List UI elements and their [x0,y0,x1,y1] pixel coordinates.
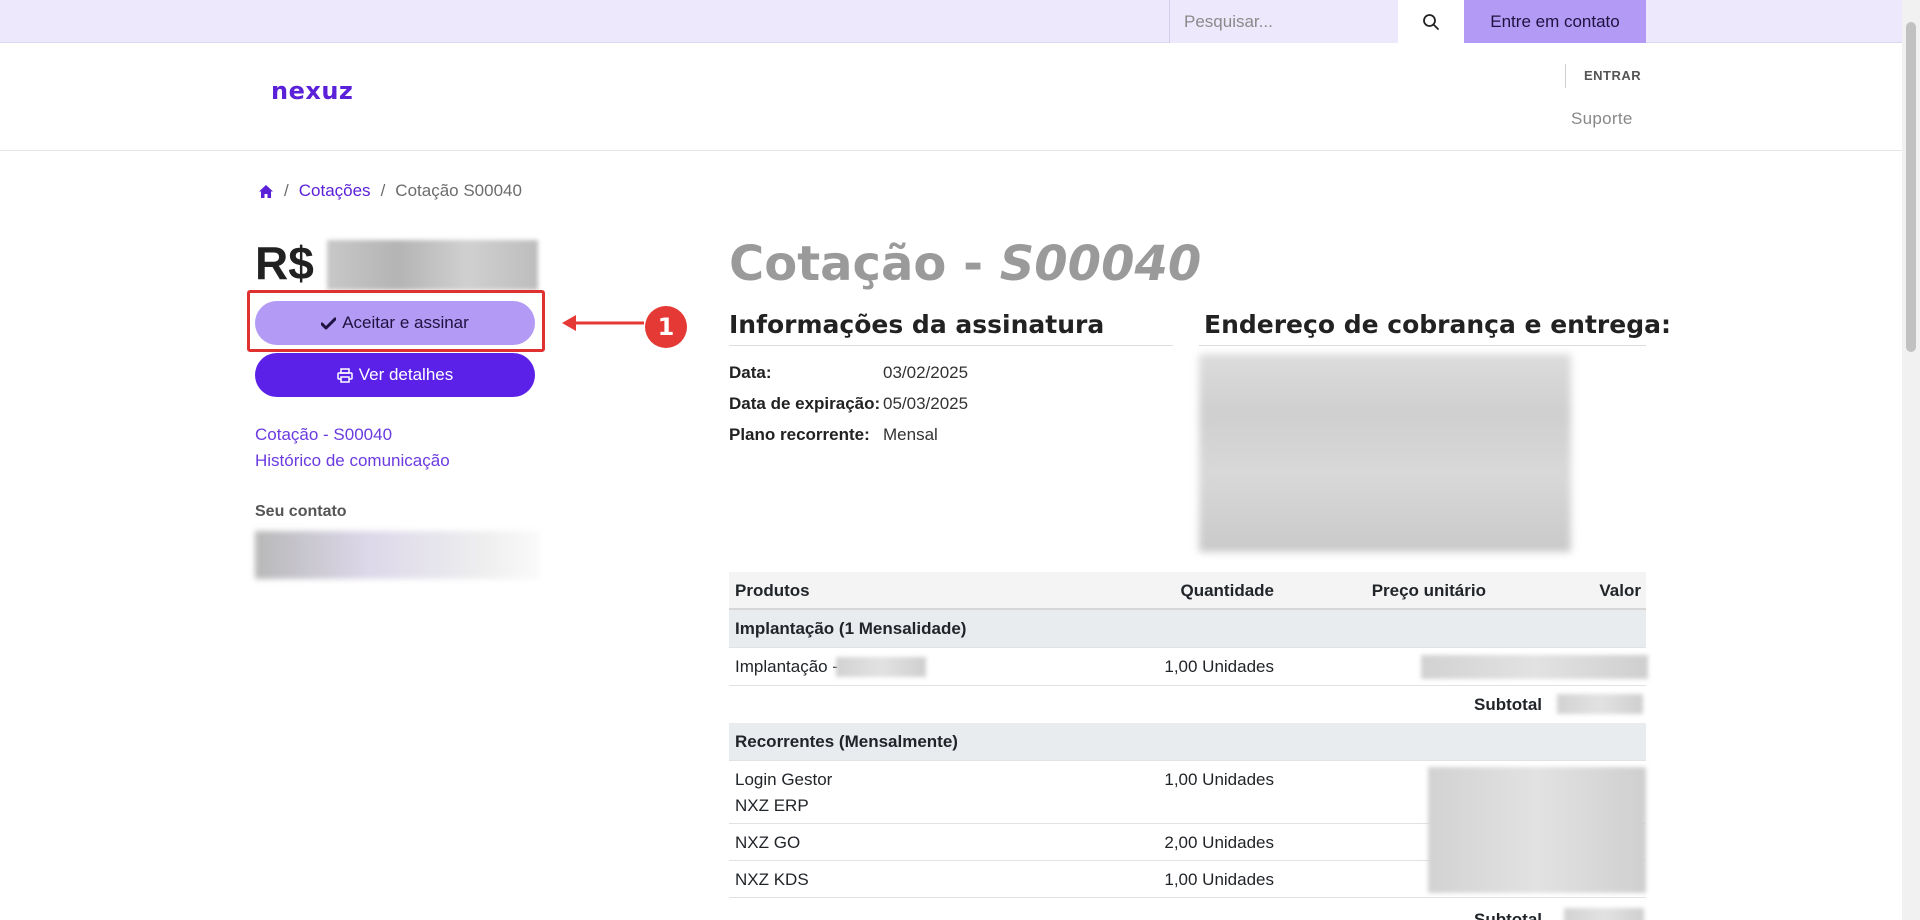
info-row-expiration: Data de expiração: 05/03/2025 [729,394,968,414]
product-name-redacted [836,657,926,677]
home-icon[interactable] [258,184,274,199]
group-label: Recorrentes (Mensalmente) [735,732,958,751]
info-label: Plano recorrente: [729,425,870,444]
header-quantity: Quantidade [1180,581,1274,600]
breadcrumb-separator: / [380,181,386,200]
product-quantity: 1,00 Unidades [1164,870,1274,889]
billing-address-title: Endereço de cobrança e entrega: [1204,310,1671,339]
product-name-secondary: NXZ ERP [735,796,809,815]
accept-and-sign-button[interactable]: Aceitar e assinar [255,301,535,345]
table-group-setup: Implantação (1 Mensalidade) [729,610,1646,648]
quote-link[interactable]: Cotação - S00040 [255,425,392,445]
breadcrumb: / Cotações / Cotação S00040 [258,181,522,201]
subtotal-row: Subtotal [729,686,1646,723]
quote-title-code: S00040 [999,236,1202,292]
header-products: Produtos [735,581,810,600]
accept-and-sign-label: Aceitar e assinar [342,313,469,332]
header-unit-price: Preço unitário [1371,581,1486,600]
product-quantity: 1,00 Unidades [1164,770,1274,789]
step-badge: 1 [645,306,687,348]
subscription-info-title: Informações da assinatura [729,310,1105,339]
address-redacted [1199,354,1571,552]
search-button[interactable] [1398,0,1464,43]
table-row: Implantação - 1,00 Unidades [729,648,1648,686]
subtotal-label: Subtotal [1474,695,1542,714]
logo[interactable]: nexuz [271,77,353,105]
info-value: Mensal [883,425,938,444]
search-icon [1423,13,1439,30]
scrollbar-thumb[interactable] [1906,22,1916,352]
site-header: nexuz ENTRAR Suporte [0,44,1902,151]
quote-title: Cotação - S00040 [729,236,1201,292]
info-label: Data de expiração: [729,394,881,413]
total-price-redacted [327,240,538,290]
table-header: Produtos Quantidade Preço unitário Valor [729,572,1646,610]
scrollbar-track[interactable] [1902,0,1920,920]
price-redacted [1421,655,1648,679]
info-label: Data: [729,363,772,382]
breadcrumb-separator: / [284,181,289,200]
section-divider [1199,345,1646,346]
section-divider [729,345,1173,346]
product-name: Implantação - [735,657,838,676]
print-icon [336,367,353,383]
table-group-recurring: Recorrentes (Mensalmente) [729,723,1646,761]
group-label: Implantação (1 Mensalidade) [735,619,967,638]
breadcrumb-quotes[interactable]: Cotações [299,181,371,201]
product-name: NXZ KDS [735,870,809,889]
total-price-currency: R$ [255,237,314,289]
check-icon [321,317,337,329]
subtotal-redacted [1564,908,1644,920]
product-name: Login Gestor [735,770,833,789]
top-bar: Pesquisar... Entre em contato [0,0,1902,43]
product-name: NXZ GO [735,833,801,852]
communication-history-link[interactable]: Histórico de comunicação [255,451,450,471]
product-quantity: 2,00 Unidades [1164,833,1274,852]
header-value: Valor [1599,581,1641,600]
support-link[interactable]: Suporte [1571,109,1633,129]
subtotal-row: Subtotal [729,898,1646,920]
subtotal-label: Subtotal [1474,910,1542,920]
subtotal-redacted [1557,694,1643,714]
contact-redacted [255,531,540,579]
quote-title-prefix: Cotação - [729,236,1000,292]
info-row-plan: Plano recorrente: Mensal [729,425,938,445]
breadcrumb-current: Cotação S00040 [395,181,522,200]
annotation-arrow-icon [562,315,644,331]
contact-button[interactable]: Entre em contato [1464,0,1646,43]
product-quantity: 1,00 Unidades [1164,657,1274,676]
signin-link[interactable]: ENTRAR [1584,68,1641,83]
info-value: 03/02/2025 [883,363,969,382]
nav-divider [1565,64,1566,88]
your-contact-label: Seu contato [255,503,347,520]
recurring-prices-redacted [1428,767,1646,893]
view-details-label: Ver detalhes [358,365,454,384]
view-details-button[interactable]: Ver detalhes [255,353,535,397]
search-input[interactable]: Pesquisar... [1169,0,1398,43]
info-row-date: Data: 03/02/2025 [729,363,968,383]
info-value: 05/03/2025 [883,394,969,413]
